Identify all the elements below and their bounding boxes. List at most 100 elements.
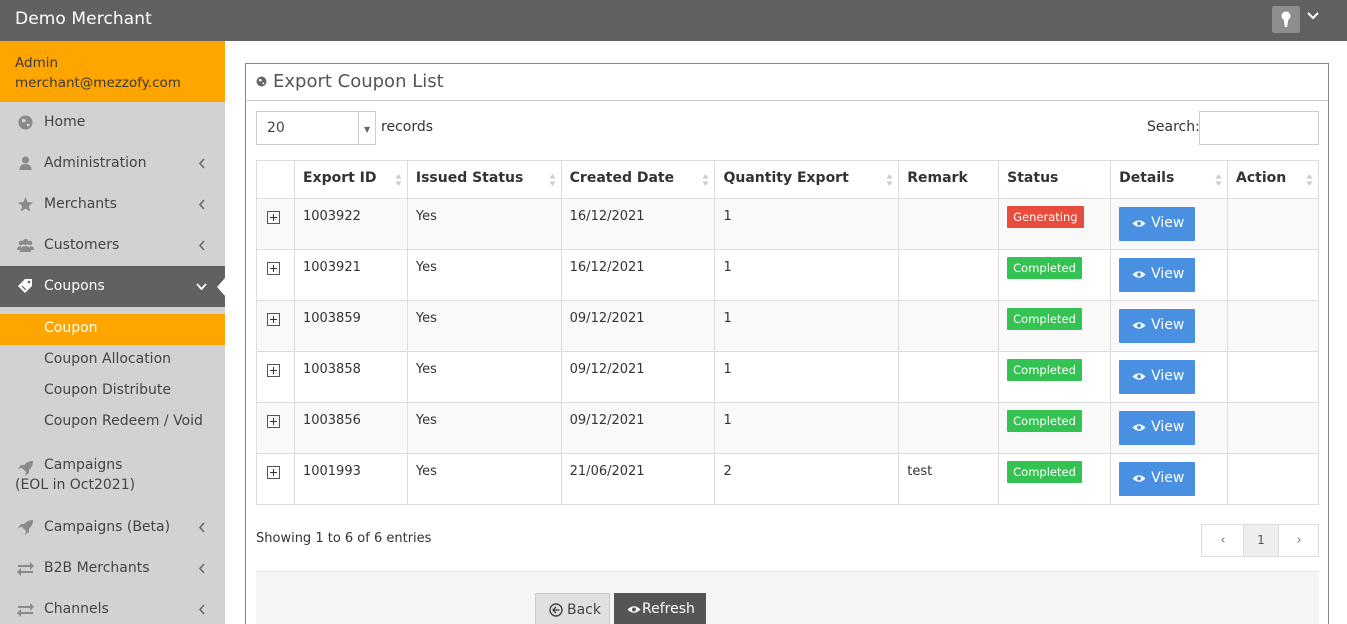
sidebar-item-b2b-merchants[interactable]: B2B Merchants — [0, 548, 225, 589]
search-input[interactable] — [1199, 111, 1319, 145]
refresh-button-label: Refresh — [642, 601, 695, 617]
view-button[interactable]: View — [1119, 309, 1196, 343]
sidebar-item-administration[interactable]: Administration — [0, 143, 225, 184]
sidebar-item-coupons[interactable]: Coupons — [0, 266, 225, 307]
user-role: Admin — [15, 55, 59, 71]
column-header-created-date[interactable]: Created Date — [560, 160, 716, 199]
view-button[interactable]: View — [1119, 411, 1196, 445]
view-button[interactable]: View — [1119, 360, 1196, 394]
sidebar-item-label: Merchants — [44, 196, 117, 212]
view-button[interactable]: View — [1119, 258, 1196, 292]
exchange-icon — [17, 562, 34, 576]
expand-row-icon[interactable] — [267, 415, 280, 428]
sidebar-item-label: Customers — [44, 237, 120, 253]
chevron-left-icon — [198, 158, 205, 169]
expand-row-icon[interactable] — [267, 364, 280, 377]
expand-row-icon[interactable] — [267, 313, 280, 326]
issued-status-cell: Yes — [406, 453, 562, 505]
back-button-label: Back — [567, 602, 601, 618]
column-header-details[interactable]: Details — [1110, 160, 1229, 199]
eye-icon — [1132, 424, 1146, 431]
quantity-cell: 2 — [714, 453, 900, 505]
column-header-action[interactable]: Action — [1227, 160, 1319, 199]
column-header-export-id[interactable]: Export ID — [293, 160, 408, 199]
expand-cell — [256, 402, 295, 454]
sidebar-item-customers[interactable]: Customers — [0, 225, 225, 266]
sort-icon — [886, 174, 893, 186]
details-cell: View — [1110, 351, 1229, 403]
panel-title: Export Coupon List — [273, 71, 444, 92]
status-cell: Completed — [998, 402, 1112, 454]
sidebar-item-label: Coupons — [44, 278, 105, 294]
records-per-page-select[interactable]: 20 ▼ — [256, 111, 376, 145]
table-row: 1003859 Yes 09/12/2021 1 Completed View — [256, 300, 1319, 352]
sidebar-item-label: Channels — [44, 601, 109, 617]
sidebar-item-campaigns-beta[interactable]: Campaigns (Beta) — [0, 507, 225, 548]
exchange-icon — [17, 603, 34, 617]
brand-title[interactable]: Demo Merchant — [15, 9, 152, 29]
created-date-cell: 16/12/2021 — [560, 249, 716, 301]
expand-row-icon[interactable] — [267, 262, 280, 275]
view-button[interactable]: View — [1119, 462, 1196, 496]
quantity-cell: 1 — [714, 351, 900, 403]
issued-status-cell: Yes — [406, 249, 562, 301]
back-button[interactable]: Back — [535, 593, 610, 624]
remark-cell — [898, 249, 1000, 301]
status-cell: Completed — [998, 300, 1112, 352]
status-badge: Completed — [1007, 308, 1082, 330]
expand-cell — [256, 249, 295, 301]
column-header-quantity-export[interactable]: Quantity Export — [714, 160, 900, 199]
created-date-cell: 09/12/2021 — [560, 300, 716, 352]
sidebar-item-home[interactable]: Home — [0, 102, 225, 143]
view-button[interactable]: View — [1119, 207, 1196, 241]
sidebar-item-campaigns-eol[interactable]: Campaigns (EOL in Oct2021) — [0, 457, 225, 507]
tags-icon — [18, 279, 32, 293]
pagination-page-1[interactable]: 1 — [1243, 525, 1279, 556]
status-badge: Completed — [1007, 257, 1082, 279]
view-button-label: View — [1151, 215, 1185, 231]
quantity-cell: 1 — [714, 198, 900, 250]
remark-cell: test — [898, 453, 1000, 505]
user-menu-button[interactable] — [1272, 6, 1300, 33]
sidebar-subitem-coupon-allocation[interactable]: Coupon Allocation — [0, 345, 225, 376]
select-divider — [358, 112, 359, 144]
column-header-label: Details — [1119, 170, 1175, 186]
quantity-cell: 1 — [714, 402, 900, 454]
expand-row-icon[interactable] — [267, 466, 280, 479]
expand-cell — [256, 198, 295, 250]
arrow-circle-left-icon — [549, 603, 563, 617]
sidebar-subitem-coupon[interactable]: Coupon — [0, 314, 225, 345]
export-id-cell: 1003858 — [293, 351, 408, 403]
chevron-down-icon[interactable] — [1307, 11, 1319, 21]
sidebar-item-label: Campaigns (Beta) — [44, 519, 171, 535]
column-header-issued-status[interactable]: Issued Status — [406, 160, 562, 199]
quantity-cell: 1 — [714, 300, 900, 352]
table-row: 1003858 Yes 09/12/2021 1 Completed View — [256, 351, 1319, 403]
remark-cell — [898, 402, 1000, 454]
view-button-label: View — [1151, 470, 1185, 486]
sidebar-item-label: Home — [44, 114, 86, 130]
sidebar-user-panel: Admin merchant@mezzofy.com — [0, 41, 225, 102]
column-header-label: Created Date — [569, 170, 675, 186]
column-header-status[interactable]: Status — [998, 160, 1112, 199]
sidebar-subitem-coupon-distribute[interactable]: Coupon Distribute — [0, 376, 225, 407]
sidebar-item-sublabel: (EOL in Oct2021) — [15, 477, 136, 493]
refresh-button[interactable]: Refresh — [614, 593, 706, 624]
action-cell — [1227, 300, 1319, 352]
quantity-cell: 1 — [714, 249, 900, 301]
pagination-prev[interactable]: ‹ — [1202, 525, 1244, 556]
table-row: 1003922 Yes 16/12/2021 1 Generating View — [256, 198, 1319, 250]
expand-row-icon[interactable] — [267, 211, 280, 224]
export-id-cell: 1003921 — [293, 249, 408, 301]
sidebar-subitem-coupon-redeem-void[interactable]: Coupon Redeem / Void — [0, 407, 225, 438]
status-badge: Completed — [1007, 461, 1082, 483]
column-header-remark[interactable]: Remark — [898, 160, 1000, 199]
table-header-row: Export ID Issued Status Created Date Qua… — [256, 160, 1319, 199]
sidebar-item-merchants[interactable]: Merchants — [0, 184, 225, 225]
action-cell — [1227, 198, 1319, 250]
pagination-next[interactable]: › — [1279, 525, 1319, 556]
action-cell — [1227, 351, 1319, 403]
sort-icon — [702, 174, 709, 186]
status-cell: Generating — [998, 198, 1112, 250]
sidebar-item-channels[interactable]: Channels — [0, 589, 225, 624]
